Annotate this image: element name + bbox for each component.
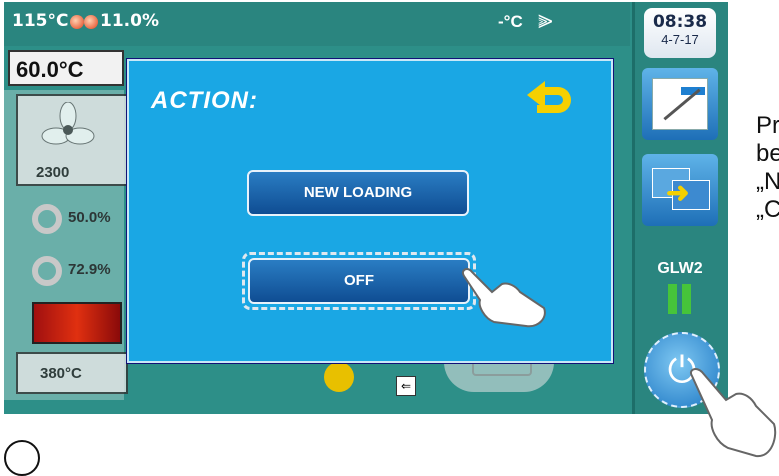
back-button[interactable] <box>527 81 585 127</box>
thermometer-icon: ⫸ <box>538 4 553 34</box>
hand-pointer-icon <box>690 368 777 458</box>
outdoor-temp: -°C <box>498 12 523 31</box>
off-button[interactable]: OFF <box>248 258 470 304</box>
dialog-title: ACTION: <box>151 87 258 114</box>
flue-temp-box: 380°C <box>16 352 128 394</box>
fan-icon <box>41 102 95 145</box>
pause-icon <box>668 284 692 314</box>
step-number-circle <box>4 440 40 476</box>
gear1-value: 50.0% <box>68 209 111 226</box>
burner-icon <box>32 302 122 344</box>
fan-box[interactable]: 2300 <box>16 94 128 186</box>
flue-temp: 380°C <box>40 365 82 382</box>
gear-icon <box>32 204 62 234</box>
date: 4-7-17 <box>661 32 699 47</box>
time: 08:38 <box>652 12 708 32</box>
gear2-value: 72.9% <box>68 261 111 278</box>
gear-icon <box>32 256 62 286</box>
flame-icon <box>84 15 98 29</box>
new-loading-button[interactable]: NEW LOADING <box>247 170 469 216</box>
flame-icon <box>70 15 84 29</box>
instruction-line: „C <box>756 196 779 223</box>
clock[interactable]: 08:38 4-7-17 <box>644 8 716 58</box>
instruction-line: „N <box>756 168 779 195</box>
switch-screen-button[interactable]: ➜ <box>642 154 718 226</box>
circuit-label: GLW2 <box>657 260 703 277</box>
boiler-temp: 115°C <box>12 11 69 31</box>
burner-power: 11.0% <box>100 11 159 31</box>
instruction-line: Pr <box>756 112 779 139</box>
screen-switch-icon: ➜ <box>666 177 690 208</box>
valve-icon: ⇐ <box>396 376 416 396</box>
controller-screen: 115°C 11.0% -°C ⫸ 60.0°C 2300 50.0% 72.9… <box>4 2 728 414</box>
settings-doc-icon <box>652 78 708 130</box>
pump-icon <box>324 362 354 392</box>
settings-button[interactable] <box>642 68 718 140</box>
status-bar <box>4 2 630 46</box>
set-temperature[interactable]: 60.0°C <box>8 50 124 86</box>
fan-speed: 2300 <box>36 164 70 181</box>
hand-pointer-icon <box>462 268 546 328</box>
instruction-line: be <box>756 140 779 167</box>
